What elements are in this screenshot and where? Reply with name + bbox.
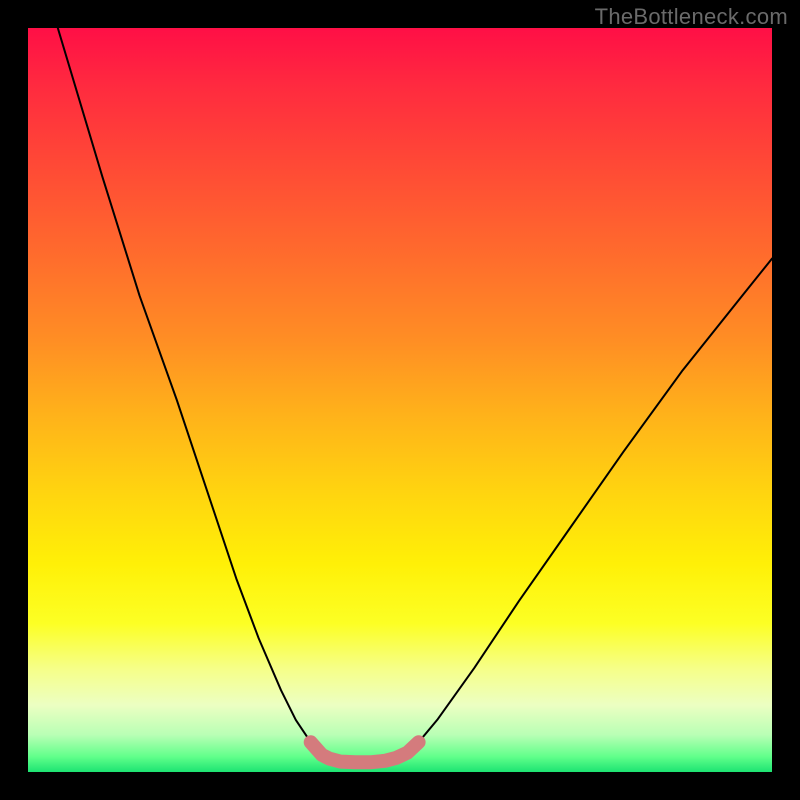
curve-right-branch bbox=[396, 259, 772, 758]
plot-area bbox=[28, 28, 772, 772]
curve-layer bbox=[28, 28, 772, 772]
curve-valley-floor bbox=[311, 742, 419, 762]
chart-frame: TheBottleneck.com bbox=[0, 0, 800, 800]
watermark-text: TheBottleneck.com bbox=[595, 4, 788, 30]
curve-left-branch bbox=[58, 28, 330, 759]
